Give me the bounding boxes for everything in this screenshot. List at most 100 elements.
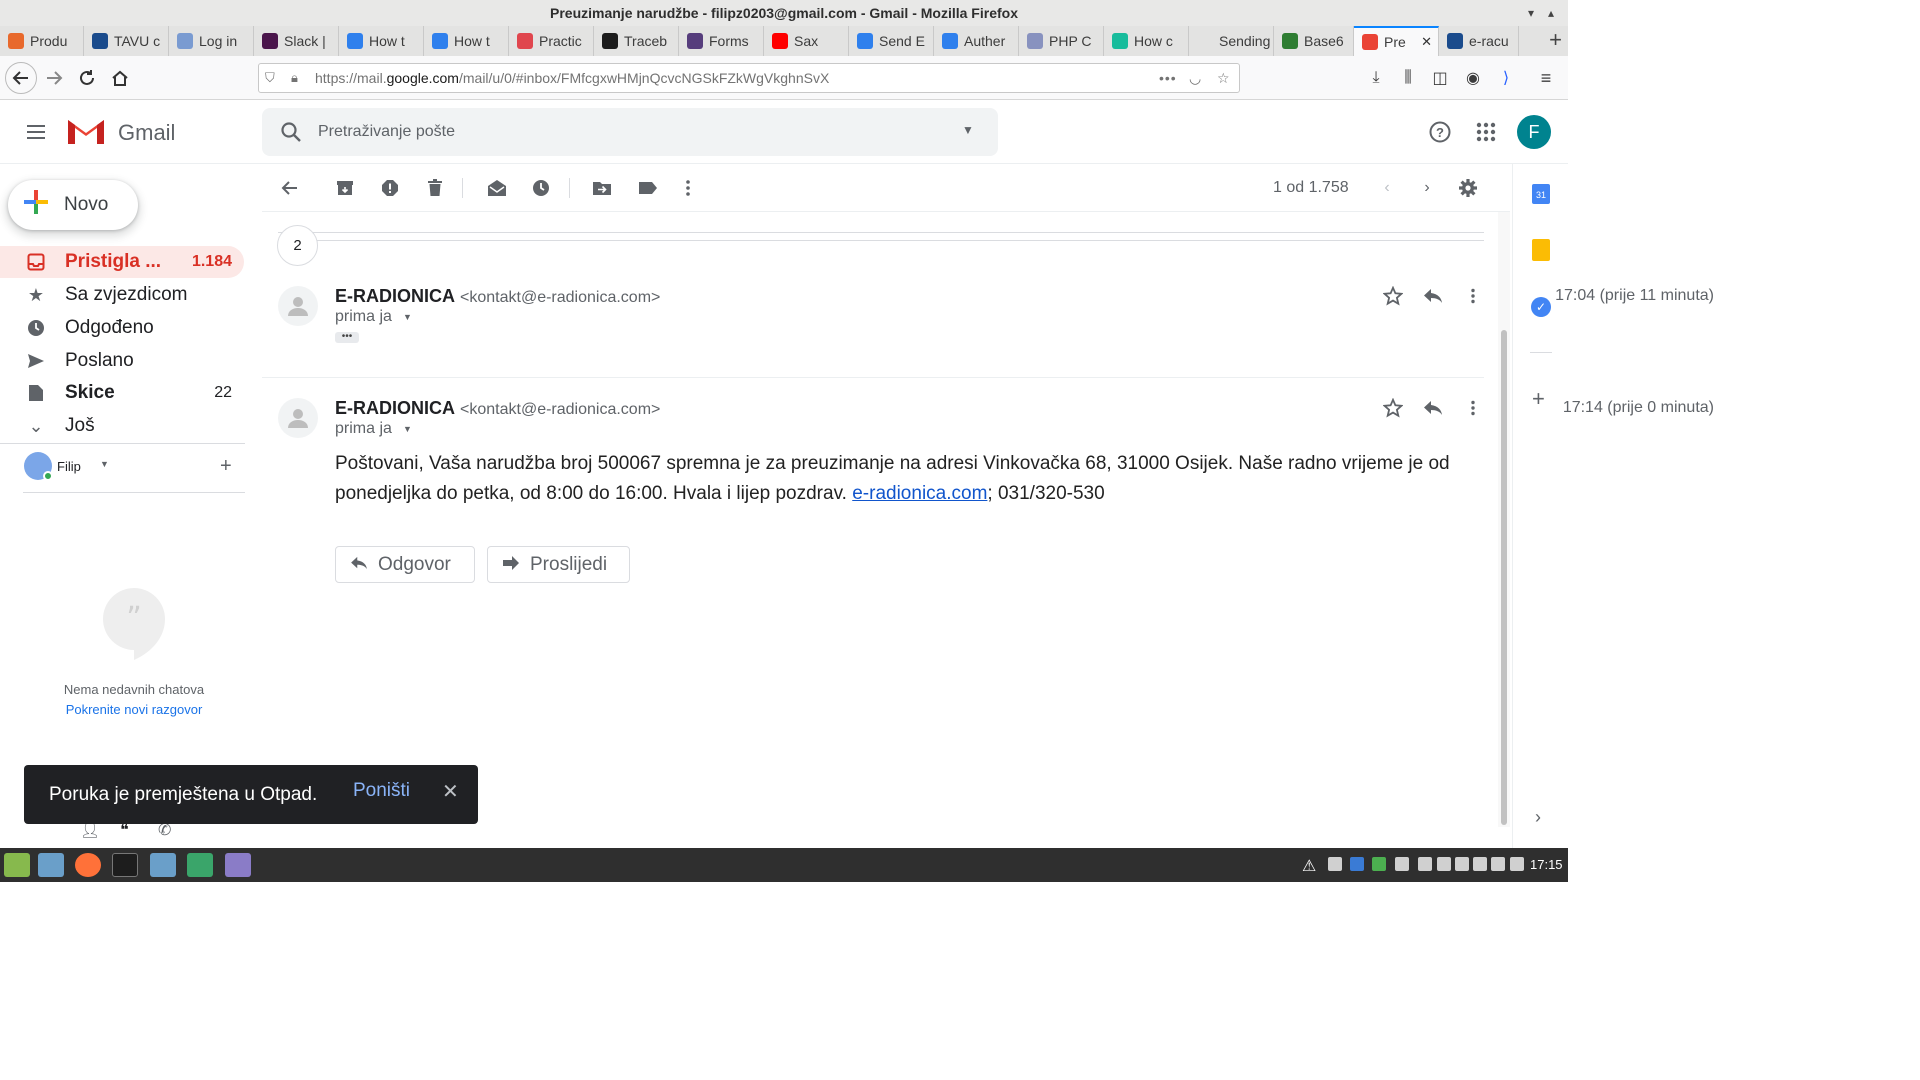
menu-icon[interactable]: ≡ (1530, 62, 1562, 94)
browser-tab[interactable]: How t (424, 26, 509, 56)
location-icon[interactable] (1418, 857, 1432, 871)
report-spam-icon[interactable] (378, 176, 402, 200)
help-icon[interactable]: ? (1428, 120, 1452, 144)
hangouts-user-name[interactable]: Filip (57, 459, 81, 474)
start-chat-link[interactable]: Pokrenite novi razgovor (0, 702, 268, 717)
archive-icon[interactable] (333, 176, 357, 200)
new-chat-plus-icon[interactable]: + (220, 455, 232, 478)
sidebar-item-sent[interactable]: Poslano (0, 345, 244, 377)
volume-icon[interactable] (1491, 857, 1505, 871)
warning-icon[interactable]: ⚠ (1302, 856, 1316, 876)
printer-icon[interactable] (1437, 857, 1451, 871)
browser-tab[interactable]: How c (1104, 26, 1189, 56)
recipient-details-icon[interactable]: ▼ (403, 312, 412, 322)
sender-name-line[interactable]: E-RADIONICA <kontakt@e-radionica.com> (335, 398, 660, 419)
browser-tab[interactable]: Base6 (1274, 26, 1354, 56)
sidebar-item-more[interactable]: ⌄ Još (0, 410, 244, 442)
tasks-icon[interactable]: ✓ (1531, 297, 1551, 317)
lock-icon[interactable]: 🔒︎ (291, 64, 298, 92)
collapsed-messages-count[interactable]: 2 (277, 225, 318, 266)
keep-icon[interactable] (1532, 239, 1550, 261)
older-chevron-icon[interactable]: › (1415, 176, 1439, 200)
browser-tab[interactable]: Auther (934, 26, 1019, 56)
shield-icon[interactable]: ⛉ (265, 64, 275, 92)
library-icon[interactable]: ⫼ (1392, 62, 1424, 94)
recipient-text[interactable]: prima ja (335, 308, 392, 326)
more-vert-icon[interactable] (1470, 400, 1478, 418)
bookmark-star-icon[interactable]: ☆ (1217, 64, 1230, 92)
gmail-logo-icon[interactable] (66, 116, 106, 148)
scrollbar-thumb[interactable] (1501, 330, 1507, 825)
search-bar[interactable]: ▼ (262, 108, 998, 156)
pocket-icon[interactable]: ◡ (1189, 64, 1201, 92)
browser-tab[interactable]: Sending M (1189, 26, 1274, 56)
reply-button[interactable]: Odgovor (335, 546, 475, 583)
search-options-icon[interactable]: ▼ (962, 123, 974, 137)
apps-grid-icon[interactable] (1474, 120, 1498, 144)
wifi-icon[interactable] (1473, 857, 1487, 871)
sidebar-item-inbox[interactable]: Pristigla ... 1.184 (0, 246, 244, 278)
url-text[interactable]: https://mail.google.com/mail/u/0/#inbox/… (315, 64, 829, 92)
forward-button[interactable]: Proslijedi (487, 546, 630, 583)
shield-tray-icon[interactable] (1328, 857, 1342, 871)
account-avatar[interactable]: F (1517, 115, 1551, 149)
terminal-icon[interactable] (112, 853, 138, 877)
account-icon[interactable]: ◉ (1457, 62, 1489, 94)
reply-icon[interactable] (1423, 288, 1445, 306)
browser-tab[interactable]: Sax (764, 26, 849, 56)
dropdown-icon[interactable]: ▼ (100, 459, 109, 469)
sender-name-line[interactable]: E-RADIONICA <kontakt@e-radionica.com> (335, 286, 660, 307)
sidebar-item-starred[interactable]: ★ Sa zvjezdicom (0, 279, 244, 311)
browser-tab[interactable]: Log in (169, 26, 254, 56)
back-to-inbox-icon[interactable] (278, 176, 302, 200)
text-editor-icon[interactable] (225, 853, 251, 877)
new-tab-plus-icon[interactable]: + (1549, 26, 1562, 54)
reload-icon[interactable] (71, 62, 103, 94)
snooze-icon[interactable] (529, 176, 553, 200)
files-icon[interactable] (38, 853, 64, 877)
sidebar-toggle-icon[interactable]: ◫ (1424, 62, 1456, 94)
star-icon[interactable] (1382, 285, 1404, 306)
maximize-icon[interactable]: ▴ (1548, 0, 1554, 26)
delete-icon[interactable] (423, 176, 447, 200)
browser-tab[interactable]: Practic (509, 26, 594, 56)
firefox-icon[interactable] (75, 853, 101, 877)
browser-tab[interactable]: Traceb (594, 26, 679, 56)
browser-tab[interactable]: TAVU c (84, 26, 169, 56)
get-addons-plus-icon[interactable]: + (1532, 386, 1545, 412)
search-icon[interactable] (280, 121, 302, 148)
browser-tab[interactable]: How t (339, 26, 424, 56)
browser-tab[interactable]: Forms (679, 26, 764, 56)
newer-chevron-icon[interactable]: ‹ (1375, 176, 1399, 200)
calendar-icon[interactable]: 31 (1532, 184, 1550, 204)
url-bar[interactable]: ⛉ 🔒︎ https://mail.google.com/mail/u/0/#i… (258, 63, 1240, 93)
more-vert-icon[interactable] (1470, 288, 1478, 306)
update-check-icon[interactable] (1372, 857, 1386, 871)
label-icon[interactable] (636, 176, 660, 200)
extension-icon[interactable]: ⟩ (1490, 62, 1522, 94)
files-icon[interactable] (150, 853, 176, 877)
browser-tab[interactable]: Pre ✕ (1354, 26, 1439, 56)
back-icon[interactable] (5, 62, 37, 94)
atom-icon[interactable] (187, 853, 213, 877)
forward-icon[interactable] (38, 62, 70, 94)
hangouts-avatar[interactable] (24, 452, 53, 481)
sidebar-item-drafts[interactable]: Skice 22 (0, 377, 244, 409)
more-vert-icon[interactable] (676, 176, 700, 200)
close-icon[interactable]: ✕ (442, 779, 459, 804)
recipient-text[interactable]: prima ja (335, 420, 392, 438)
clipboard-icon[interactable] (1455, 857, 1469, 871)
move-to-icon[interactable] (590, 176, 614, 200)
battery-icon[interactable] (1510, 857, 1524, 871)
browser-tab[interactable]: PHP C (1019, 26, 1104, 56)
browser-tab[interactable]: Slack | (254, 26, 339, 56)
bluetooth-icon[interactable] (1350, 857, 1364, 871)
expand-panel-chevron-icon[interactable]: › (1535, 807, 1541, 828)
main-menu-icon[interactable] (24, 120, 48, 144)
reply-icon[interactable] (1423, 400, 1445, 418)
mark-unread-icon[interactable] (485, 176, 509, 200)
compose-button[interactable]: Novo (8, 180, 138, 230)
tab-close-icon[interactable]: ✕ (1421, 34, 1432, 50)
nvidia-icon[interactable] (1395, 857, 1409, 871)
browser-tab[interactable]: Produ (0, 26, 84, 56)
